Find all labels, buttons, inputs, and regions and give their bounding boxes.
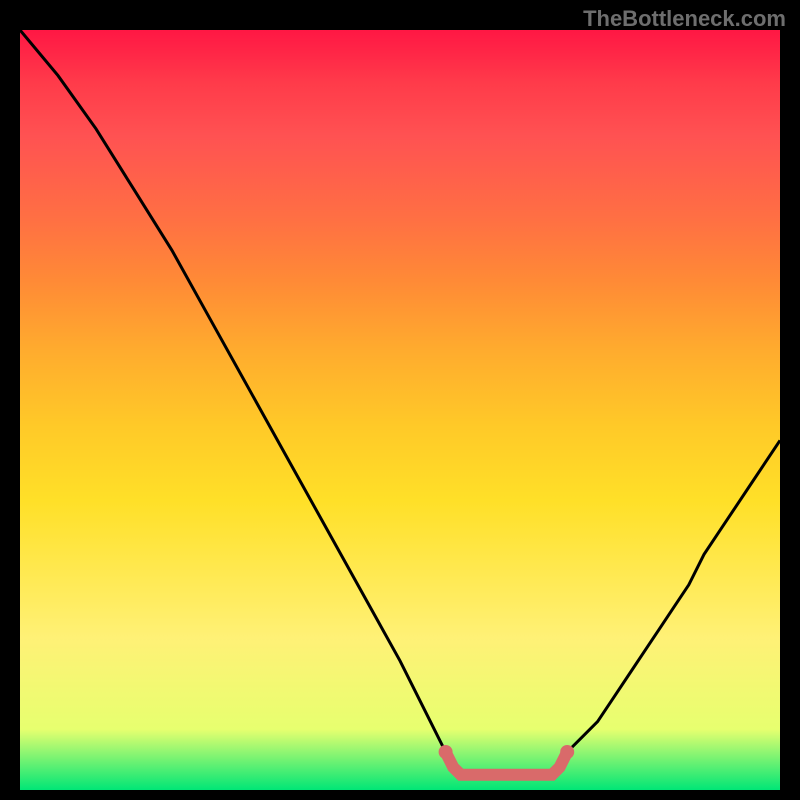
curve-right-path: [567, 440, 780, 752]
watermark-text: TheBottleneck.com: [583, 6, 786, 32]
chart-svg: [20, 30, 780, 790]
bottom-bracket-path: [446, 752, 568, 775]
curve-left-path: [20, 30, 446, 752]
bottom-bracket-dots: [439, 745, 575, 759]
